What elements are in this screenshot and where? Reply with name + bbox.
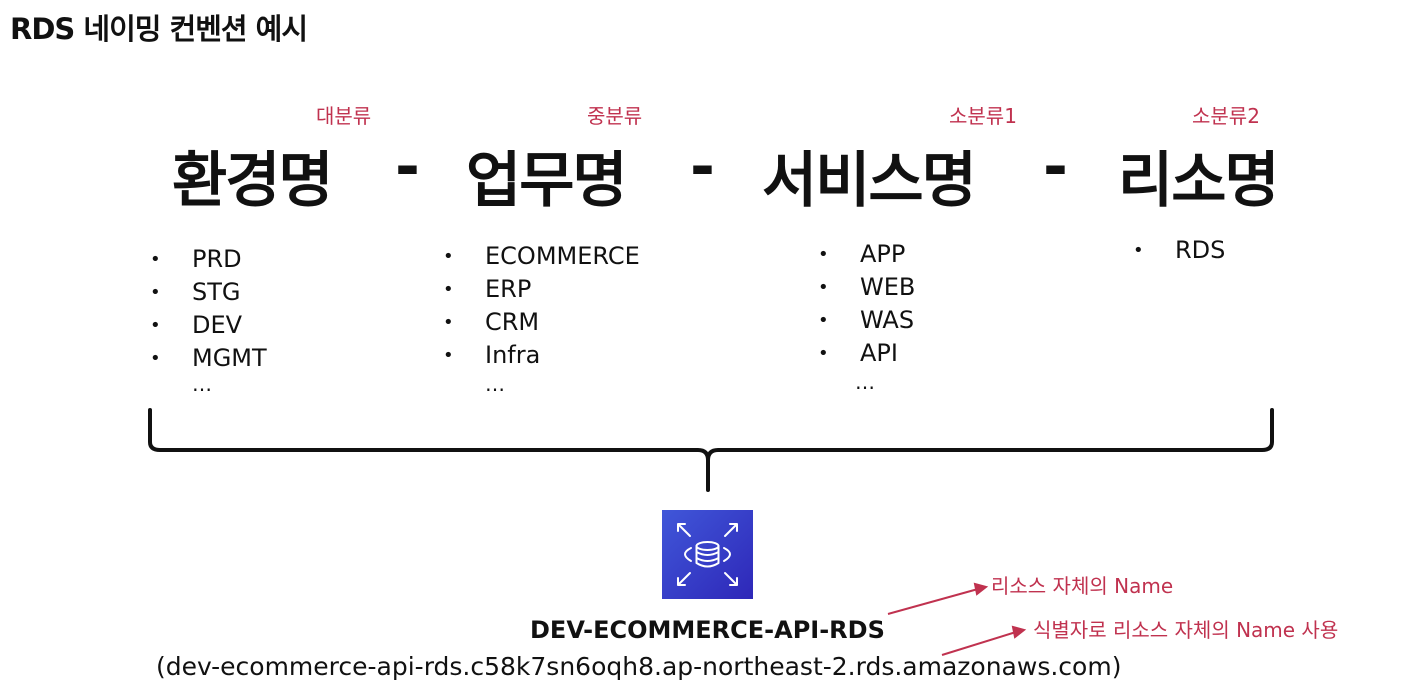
annotation-arrows — [887, 582, 1027, 656]
annotation-identifier-label: 식별자로 리소스 자체의 Name 사용 — [1033, 618, 1339, 642]
annotation-name-label: 리소스 자체의 Name — [991, 574, 1174, 598]
